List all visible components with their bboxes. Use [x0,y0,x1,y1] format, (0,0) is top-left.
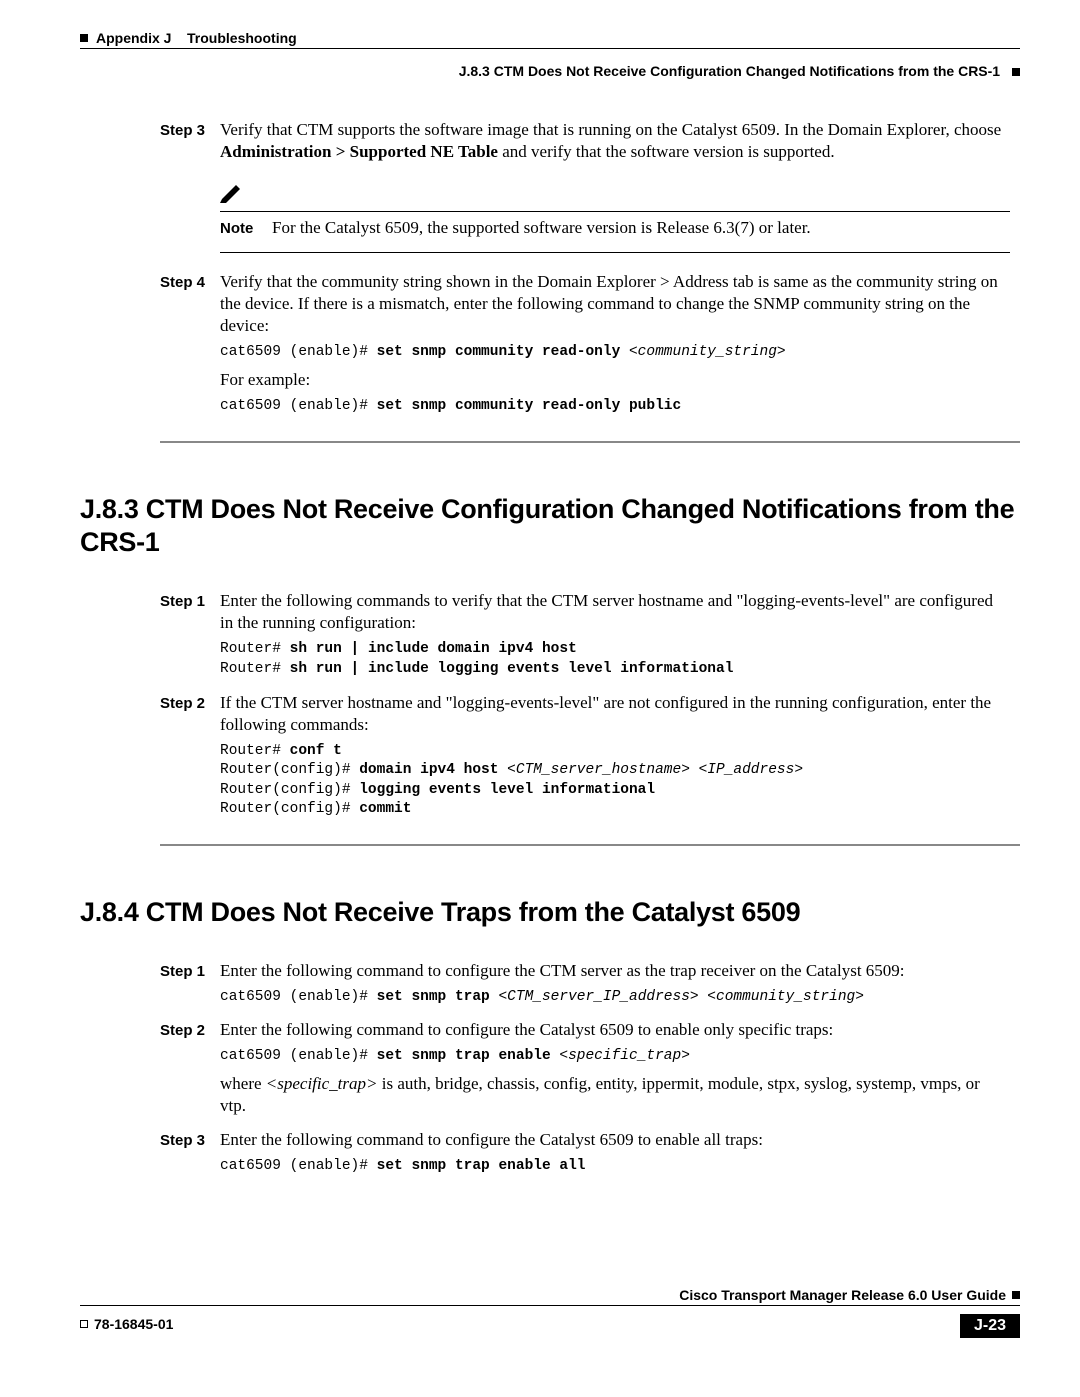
b-step2-code: Router# conf t Router(config)# domain ip… [220,742,1010,820]
c-step2-text: Enter the following command to configure… [220,1019,1010,1041]
note-label: Note [220,220,272,237]
b-step2-row: Step 2 If the CTM server hostname and "l… [80,692,1020,826]
b-step2-label: Step 2 [160,695,220,712]
step4-forexample: For example: [220,369,1010,391]
c-step2-label: Step 2 [160,1022,220,1039]
b-step1-text: Enter the following commands to verify t… [220,590,1010,634]
step-3-label: Step 3 [160,122,220,139]
filled-square-icon [1012,68,1020,76]
note-row: Note For the Catalyst 6509, the supporte… [220,218,1010,238]
b-step2-text: If the CTM server hostname and "logging-… [220,692,1010,736]
note-text: For the Catalyst 6509, the supported sof… [272,218,811,238]
note-rule-bottom [220,252,1010,253]
b-step1-body: Enter the following commands to verify t… [220,590,1010,685]
section-divider [160,844,1020,846]
filled-square-icon [1012,1291,1020,1299]
appendix-label: Appendix J [96,30,171,46]
c-step3-text: Enter the following command to configure… [220,1129,1010,1151]
header-rule [80,48,1020,49]
c-step1-code: cat6509 (enable)# set snmp trap <CTM_ser… [220,988,1010,1008]
header-section-text: J.8.3 CTM Does Not Receive Configuration… [459,63,1000,79]
step3-text-post: and verify that the software version is … [498,142,835,161]
c-step3-code: cat6509 (enable)# set snmp trap enable a… [220,1157,1010,1177]
step-4-label: Step 4 [160,274,220,291]
step3-bold: Administration > Supported NE Table [220,142,498,161]
heading-j84: J.8.4 CTM Does Not Receive Traps from th… [80,896,1020,930]
step3-text-pre: Verify that CTM supports the software im… [220,120,1001,139]
b-step1-row: Step 1 Enter the following commands to v… [80,590,1020,685]
footer: Cisco Transport Manager Release 6.0 User… [80,1303,1020,1338]
c-step1-label: Step 1 [160,963,220,980]
step4-text: Verify that the community string shown i… [220,271,1010,337]
pencil-icon [220,183,1020,209]
c-step1-body: Enter the following command to configure… [220,960,1010,1014]
filled-square-icon [80,34,88,42]
c-step2-where: where <specific_trap> is auth, bridge, c… [220,1073,1010,1117]
outline-square-icon [80,1320,88,1328]
c-step1-row: Step 1 Enter the following command to co… [80,960,1020,1014]
b-step2-body: If the CTM server hostname and "logging-… [220,692,1010,826]
c-step3-row: Step 3 Enter the following command to co… [80,1129,1020,1183]
heading-j83: J.8.3 CTM Does Not Receive Configuration… [80,493,1020,561]
section-divider [160,441,1020,443]
c-step3-label: Step 3 [160,1132,220,1149]
step-3-row: Step 3 Verify that CTM supports the soft… [80,119,1020,169]
c-step2-code: cat6509 (enable)# set snmp trap enable <… [220,1047,1010,1067]
header-appendix: Appendix J Troubleshooting [80,30,1020,46]
step-4-body: Verify that the community string shown i… [220,271,1010,423]
footer-rule [80,1305,1020,1306]
header-section: J.8.3 CTM Does Not Receive Configuration… [80,63,1020,79]
note-rule-top [220,211,1010,212]
c-step2-row: Step 2 Enter the following command to co… [80,1019,1020,1123]
appendix-title: Troubleshooting [187,30,297,46]
step4-code2: cat6509 (enable)# set snmp community rea… [220,397,1010,417]
footer-guide: Cisco Transport Manager Release 6.0 User… [679,1287,1006,1303]
c-step1-text: Enter the following command to configure… [220,960,1010,982]
footer-docnum: 78-16845-01 [94,1316,173,1332]
page-number: J-23 [960,1314,1020,1338]
c-step3-body: Enter the following command to configure… [220,1129,1010,1183]
step-4-row: Step 4 Verify that the community string … [80,271,1020,423]
c-step2-body: Enter the following command to configure… [220,1019,1010,1123]
b-step1-code: Router# sh run | include domain ipv4 hos… [220,640,1010,679]
b-step1-label: Step 1 [160,593,220,610]
step-3-body: Verify that CTM supports the software im… [220,119,1010,169]
step4-code1: cat6509 (enable)# set snmp community rea… [220,343,1010,363]
